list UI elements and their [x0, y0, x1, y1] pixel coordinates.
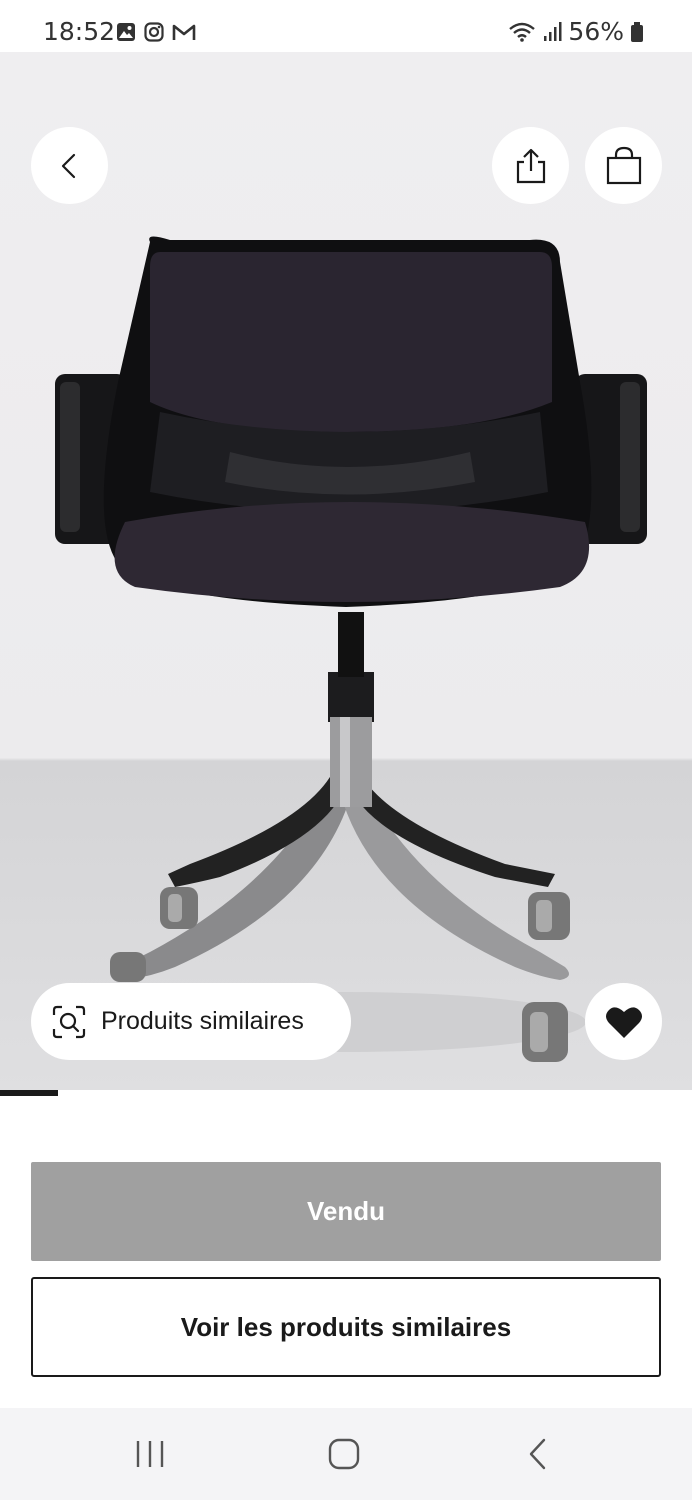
signal-icon — [544, 21, 562, 41]
status-time: 18:52 — [43, 17, 116, 46]
share-icon — [516, 148, 545, 183]
cart-button[interactable] — [585, 127, 662, 204]
instagram-icon — [144, 22, 164, 42]
heart-filled-icon — [605, 1006, 642, 1038]
status-system-icons: 56% — [508, 17, 644, 46]
gallery-icon — [117, 23, 135, 41]
home-icon — [328, 1438, 360, 1470]
favorite-button[interactable] — [585, 983, 662, 1060]
system-back-button[interactable] — [508, 1432, 568, 1476]
see-similar-products-button[interactable]: Voir les produits similaires — [31, 1277, 661, 1377]
status-bar: 18:52 56% — [0, 0, 692, 52]
product-image — [55, 236, 647, 1062]
battery-icon — [631, 21, 643, 42]
product-image-gallery[interactable]: Produits similaires — [0, 52, 692, 1090]
shopping-bag-icon — [606, 146, 641, 184]
recents-button[interactable] — [120, 1432, 180, 1476]
home-button[interactable] — [314, 1432, 374, 1476]
status-notification-icons — [116, 22, 196, 42]
visual-search-icon — [52, 1005, 86, 1038]
recents-icon — [136, 1441, 164, 1467]
gmail-icon — [172, 24, 196, 40]
system-navigation-bar — [0, 1408, 692, 1500]
wifi-icon — [509, 22, 536, 42]
back-icon — [529, 1438, 546, 1470]
battery-percentage: 56% — [568, 17, 624, 46]
share-button[interactable] — [492, 127, 569, 204]
similar-products-label: Produits similaires — [101, 1007, 304, 1035]
chevron-left-icon — [61, 153, 75, 178]
similar-products-pill[interactable]: Produits similaires — [31, 983, 351, 1060]
gallery-progress-indicator — [0, 1090, 59, 1096]
back-button[interactable] — [31, 127, 108, 204]
gallery-progress-track — [0, 1090, 692, 1096]
sold-button: Vendu — [31, 1162, 661, 1261]
